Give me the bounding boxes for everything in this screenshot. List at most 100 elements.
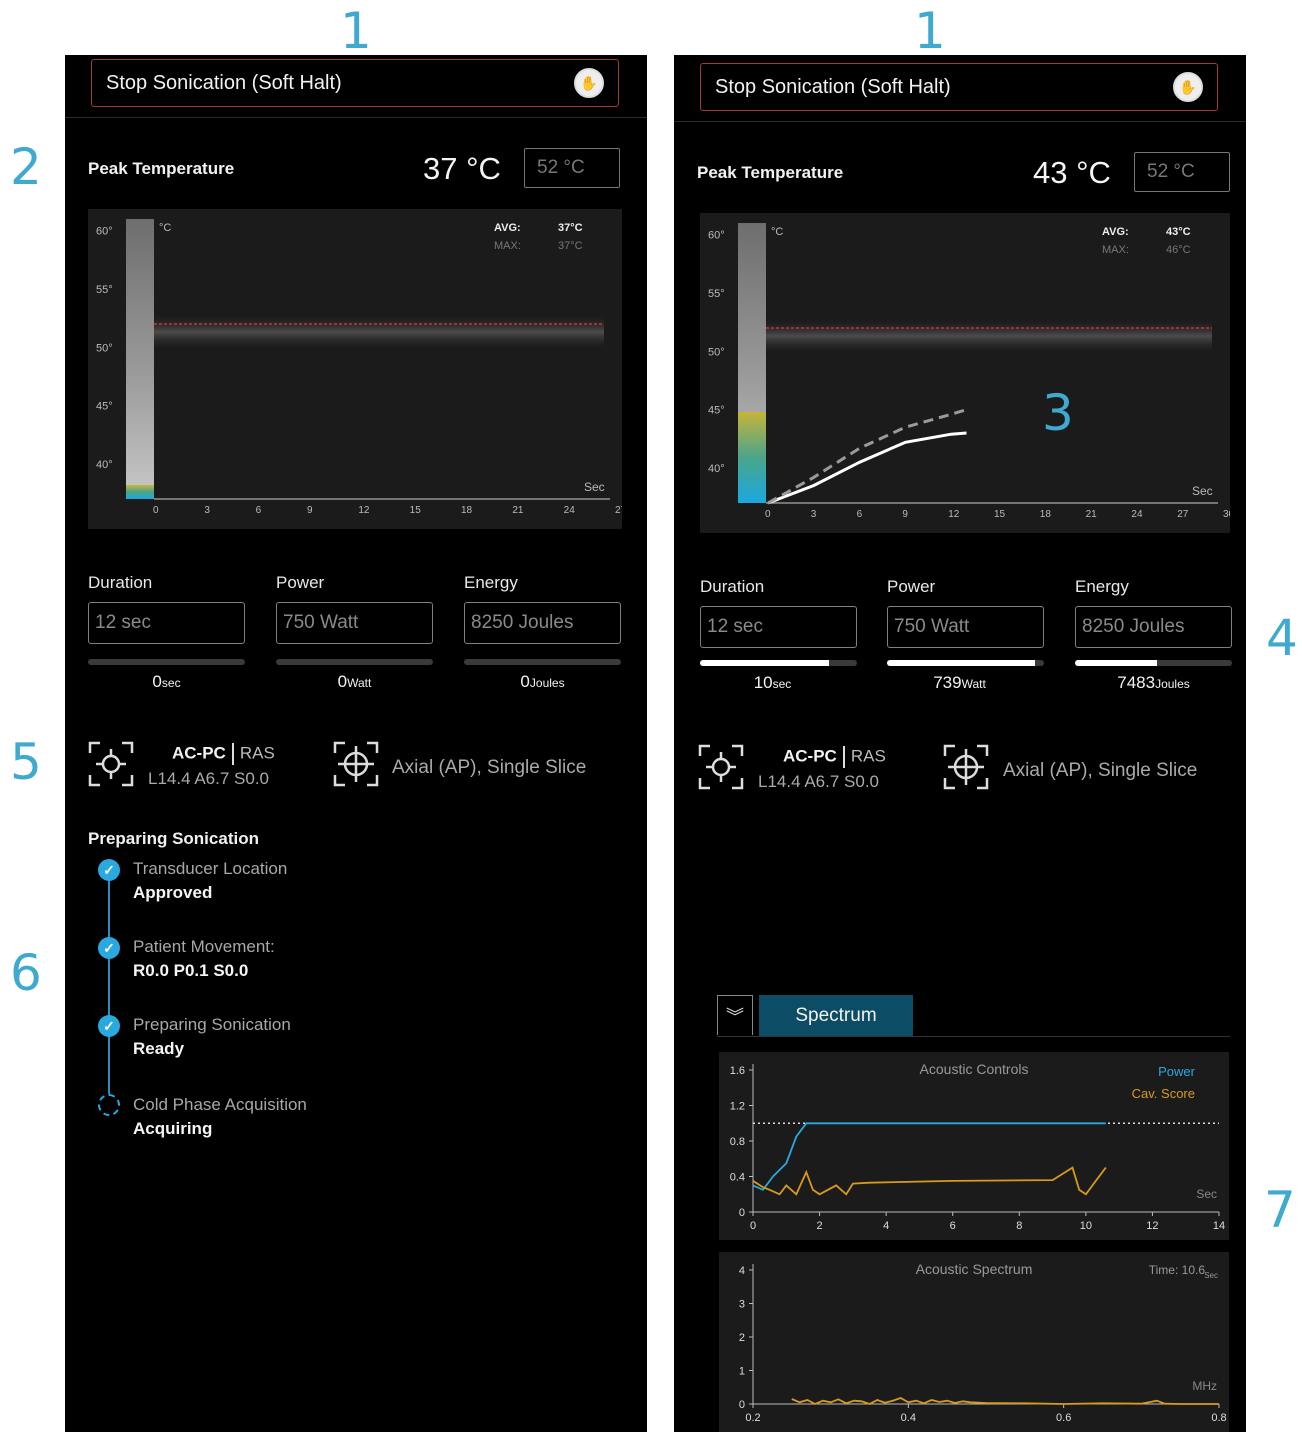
max-value: 46°C — [1166, 244, 1191, 256]
x-tick-label: 3 — [811, 509, 817, 520]
temperature-heat-fill — [738, 412, 766, 503]
y-tick-label: 50° — [708, 346, 725, 358]
avg-value: 37°C — [558, 222, 583, 234]
duration-progress-fill — [700, 660, 829, 666]
coordinate-separator — [842, 746, 845, 768]
temperature-chart-svg: 60° 55° 50° 45° 40° °C Sec 0 3 6 9 12 15 18 21 24 27 AVG:… — [96, 219, 627, 516]
y-tick-label: 1 — [739, 1366, 745, 1378]
tab-spectrum[interactable]: Spectrum — [759, 995, 913, 1037]
y-tick-label: 1.2 — [730, 1101, 745, 1113]
x-tick-label: 24 — [1131, 509, 1143, 520]
x-tick-label: 0 — [750, 1220, 756, 1232]
x-tick-label: 15 — [994, 509, 1006, 520]
duration-current-unit: sec — [161, 676, 181, 690]
x-tick-label: 0.6 — [1056, 1412, 1071, 1424]
header-divider — [65, 117, 647, 118]
acoustic-controls-chart: 0 0.4 0.8 1.2 1.6 0 2 4 6 8 10 12 14 Acoustic Control… — [719, 1052, 1229, 1240]
coordinate-system-label: AC-PC — [172, 743, 226, 763]
acoustic-controls-svg: 0 0.4 0.8 1.2 1.6 0 2 4 6 8 10 12 14 Acoustic Control… — [730, 1061, 1225, 1232]
x-tick-label: 0.2 — [745, 1412, 760, 1424]
coordinate-values: L14.4 A6.7 S0.0 — [148, 769, 269, 788]
steps-connector-line — [108, 871, 110, 1107]
energy-current-unit: Joules — [1155, 677, 1190, 691]
x-tick-label: 10 — [1080, 1220, 1092, 1232]
y-tick-label: 50° — [96, 342, 113, 354]
stop-sonication-label: Stop Sonication (Soft Halt) — [715, 75, 951, 98]
callout-1-right: 1 — [914, 2, 946, 60]
energy-input[interactable]: 8250 Joules — [1075, 606, 1232, 648]
step-3-status: Ready — [133, 1039, 185, 1058]
stop-sonication-button[interactable]: Stop Sonication (Soft Halt) ✋ — [700, 63, 1218, 111]
y-tick-label: 0.4 — [730, 1172, 745, 1184]
power-input[interactable]: 750 Watt — [276, 602, 433, 644]
y-tick-label: 4 — [739, 1265, 745, 1277]
collapse-panel-button[interactable]: ︾ — [717, 995, 753, 1035]
sonication-panel-during: Stop Sonication (Soft Halt) ✋ Peak Tempe… — [674, 55, 1246, 1432]
duration-current-number: 0 — [152, 672, 162, 691]
temperature-limit-field[interactable]: 52 °C — [524, 148, 620, 188]
coordinate-separator — [231, 743, 234, 765]
slice-crosshair-icon — [943, 744, 989, 790]
stop-sonication-button[interactable]: Stop Sonication (Soft Halt) ✋ — [91, 59, 619, 107]
x-tick-label: 14 — [1213, 1220, 1225, 1232]
y-tick-label: 45° — [708, 405, 725, 417]
slice-orientation: Axial (AP), Single Slice — [1003, 760, 1198, 781]
series-line-spectrum — [791, 1397, 1219, 1405]
energy-current: 7483Joules — [1075, 673, 1232, 693]
x-tick-label: 18 — [461, 505, 473, 516]
x-tick-label: 6 — [857, 509, 863, 520]
callout-4: 4 — [1266, 609, 1298, 667]
check-icon: ✓ — [98, 937, 120, 959]
acoustic-spectrum-chart: 0 1 2 3 4 0.2 0.4 0.6 0.8 Acoustic Spectrum MHz Tim… — [719, 1252, 1229, 1432]
acoustic-spectrum-svg: 0 1 2 3 4 0.2 0.4 0.6 0.8 Acoustic Spectrum MHz Tim… — [739, 1261, 1227, 1424]
y-tick-label: 2 — [739, 1332, 745, 1344]
step-4-status: Acquiring — [133, 1119, 213, 1138]
duration-current: 10sec — [694, 673, 851, 693]
power-current-unit: Watt — [961, 677, 986, 691]
series-line-cav-score — [752, 1166, 1107, 1196]
y-tick-label: 0.8 — [730, 1136, 745, 1148]
duration-input[interactable]: 12 sec — [88, 602, 245, 644]
x-tick-label: 12 — [948, 509, 960, 520]
x-tick-label: 6 — [256, 505, 262, 516]
y-unit-label: °C — [771, 226, 783, 238]
x-tick-label: 12 — [1146, 1220, 1158, 1232]
y-tick-label: 55° — [96, 284, 113, 296]
temperature-limit-field[interactable]: 52 °C — [1134, 152, 1230, 192]
loading-spinner-icon — [98, 1094, 120, 1116]
x-tick-label: 30 — [1223, 509, 1230, 520]
energy-current-number: 7483 — [1117, 673, 1156, 692]
max-label: MAX: — [494, 240, 521, 252]
power-progress-fill — [887, 660, 1035, 666]
duration-progress — [700, 660, 857, 666]
y-tick-label: 1.6 — [730, 1065, 745, 1077]
y-tick-label: 3 — [739, 1299, 745, 1311]
check-icon: ✓ — [98, 859, 120, 881]
x-tick-label: 6 — [950, 1220, 956, 1232]
callout-5: 5 — [10, 733, 42, 791]
legend-power: Power — [1158, 1064, 1196, 1079]
x-unit-label: MHz — [1192, 1379, 1217, 1393]
chevron-double-down-icon: ︾ — [726, 1006, 744, 1027]
peak-temperature-title: Peak Temperature — [88, 159, 235, 178]
check-icon: ✓ — [98, 1015, 120, 1037]
duration-label: Duration — [88, 573, 153, 592]
x-tick-label: 0 — [765, 509, 771, 520]
duration-input[interactable]: 12 sec — [700, 606, 857, 648]
x-tick-label: 27 — [1177, 509, 1189, 520]
step-2-title: Patient Movement: — [133, 937, 275, 956]
energy-input[interactable]: 8250 Joules — [464, 602, 621, 644]
x-tick-label: 4 — [883, 1220, 889, 1232]
duration-current: 0sec — [88, 672, 245, 692]
x-tick-label: 0.4 — [901, 1412, 916, 1424]
temperature-heat-fill — [126, 485, 154, 499]
power-current: 739Watt — [881, 673, 1038, 693]
x-tick-label: 27 — [615, 505, 622, 516]
hand-stop-icon: ✋ — [574, 68, 604, 98]
y-tick-label: 45° — [96, 401, 113, 413]
target-crosshair-icon — [88, 741, 134, 787]
power-input[interactable]: 750 Watt — [887, 606, 1044, 648]
duration-progress — [88, 659, 245, 665]
preparing-sonication-title: Preparing Sonication — [88, 829, 259, 848]
step-1-status: Approved — [133, 883, 213, 902]
